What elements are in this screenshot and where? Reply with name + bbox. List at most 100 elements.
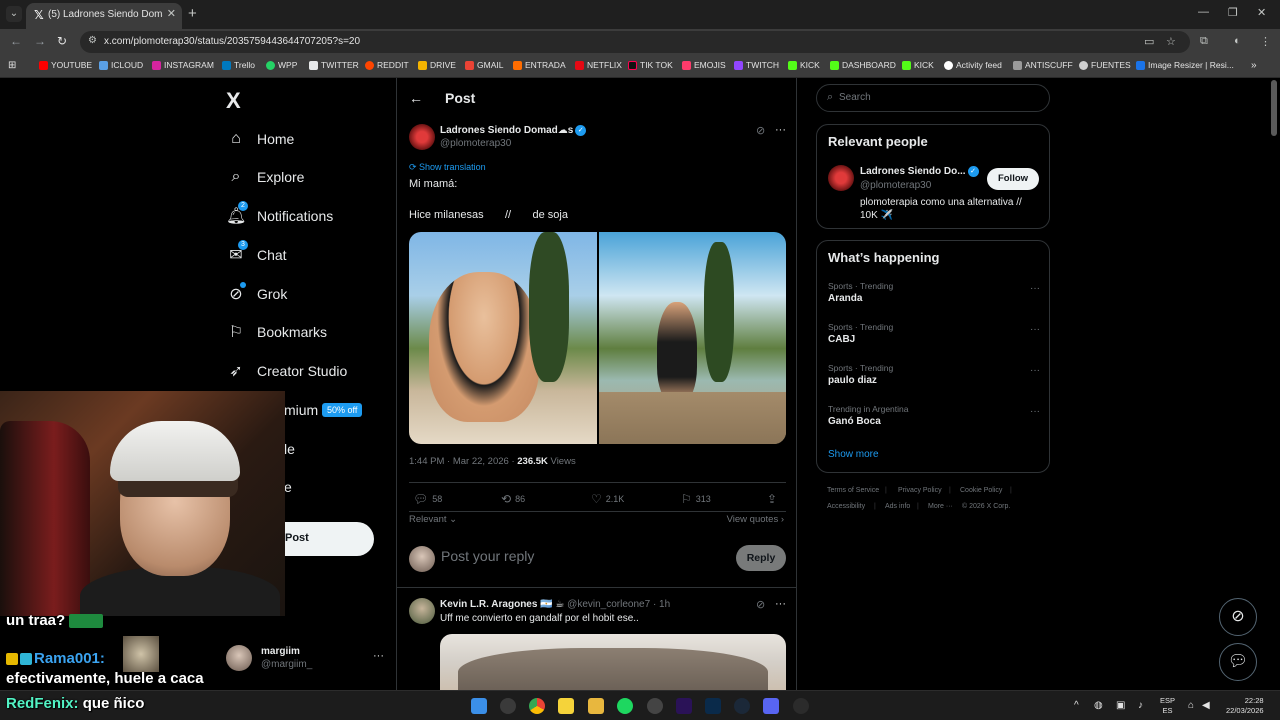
footer-link[interactable]: Terms of Service [827,487,879,494]
reply-input[interactable]: Post your reply [441,548,534,564]
author-avatar[interactable] [409,124,435,150]
back-arrow-icon[interactable]: ← [409,90,423,106]
bookmark-item[interactable]: YOUTUBE [39,60,92,70]
omnibox[interactable]: ⚙ x.com/plomoterap30/status/203575944364… [80,31,1190,53]
trend-item[interactable]: Sports · Trending Aranda ··· [828,281,1040,311]
tray-app-icon[interactable]: ▣ [1116,700,1125,711]
nav-premium[interactable]: mium [284,398,318,422]
reply-button[interactable]: Reply [736,545,786,571]
microphone-icon[interactable]: ♪ [1138,700,1143,711]
language-indicator[interactable]: ESP ES [1160,696,1175,716]
share-action[interactable]: ⇪ [767,492,777,506]
tweet-photo[interactable] [409,232,597,444]
footer-link[interactable]: Cookie Policy [960,487,1002,494]
bookmark-item[interactable]: DRIVE [418,60,456,70]
show-more-link[interactable]: Show more [828,449,879,460]
nav-notifications[interactable]: 🔔︎ 2 Notifications [226,201,333,228]
trend-item[interactable]: Sports · Trending paulo diaz ··· [828,363,1040,393]
more-icon[interactable]: ··· [1030,283,1040,294]
search-box[interactable]: ⌕ Search [816,84,1050,112]
spotify-icon[interactable] [617,698,633,714]
bookmark-item[interactable]: KICK [902,60,934,70]
browser-tab-active[interactable]: 𝕏 (5) Ladrones Siendo Domad ✕ [26,3,182,29]
author-handle[interactable]: @plomoterap30 [440,138,511,149]
volume-icon[interactable]: ◀ [1202,700,1210,711]
nav-grok[interactable]: ⊘ Grok [226,282,287,306]
url-text[interactable]: x.com/plomoterap30/status/20357594436447… [104,36,360,47]
footer-link[interactable]: Accessibility [827,503,865,510]
account-switcher[interactable]: margiim @margiim_ ··· [226,643,384,673]
bookmark-item[interactable]: REDDIT [365,60,409,70]
bookmark-item[interactable]: ICLOUD [99,60,143,70]
tray-overflow-icon[interactable]: ^ [1074,700,1079,711]
bookmark-item[interactable]: GMAIL [465,60,503,70]
nav-profile[interactable]: le [284,437,295,461]
nav-chat[interactable]: ✉ 3 Chat [226,240,287,267]
nav-more[interactable]: e [284,475,292,499]
reply-sort-dropdown[interactable]: Relevant ⌄ [409,514,457,525]
nav-explore[interactable]: ⌕ Explore [226,165,305,189]
bookmark-item[interactable]: DASHBOARD [830,60,896,70]
bookmarks-overflow-icon[interactable]: » [1251,60,1257,71]
bookmark-item[interactable]: NETFLIX [575,60,622,70]
bookmark-item[interactable]: Trello [222,60,255,70]
chrome-menu-icon[interactable]: ⋮ [1260,35,1271,48]
premiere-icon[interactable] [676,698,692,714]
comment-media[interactable] [440,634,786,690]
install-app-icon[interactable]: ▭ [1144,35,1154,48]
forward-icon[interactable]: → [34,34,46,48]
back-icon[interactable]: ← [10,34,22,48]
bookmark-item[interactable]: Activity feed [944,60,1002,70]
person-handle[interactable]: @plomoterap30 [860,180,931,191]
more-icon[interactable]: ··· [1030,406,1040,417]
avatar[interactable] [828,165,854,191]
repost-action[interactable]: ⟲ 86 [501,492,525,506]
trend-item[interactable]: Sports · Trending CABJ ··· [828,322,1040,352]
footer-link[interactable]: Ads info [885,503,910,510]
more-options-icon[interactable]: ··· [775,124,786,136]
bookmark-item[interactable]: TIK TOK [628,60,673,70]
view-quotes-link[interactable]: View quotes › [727,514,784,525]
bookmark-action[interactable]: ⚐ 313 [681,492,711,506]
nav-home[interactable]: ⌂ Home [226,127,294,151]
footer-link[interactable]: More ··· [928,503,953,510]
post-timestamp[interactable]: 1:44 PM · Mar 22, 2026 · [409,456,517,467]
grok-explain-icon[interactable]: ⊘ [756,598,765,611]
tab-close-icon[interactable]: ✕ [167,7,176,20]
photoshop-icon[interactable] [705,698,721,714]
bookmark-item[interactable]: KICK [788,60,820,70]
more-icon[interactable]: ··· [373,650,384,662]
more-icon[interactable]: ··· [1030,365,1040,376]
app-icon[interactable] [793,698,809,714]
bookmark-item[interactable]: Image Resizer | Resi... [1136,60,1234,70]
tweet-photo[interactable] [598,232,786,444]
x-logo[interactable]: X [226,88,241,114]
bookmark-star-icon[interactable]: ☆ [1166,35,1176,48]
minimize-icon[interactable]: — [1198,6,1209,18]
nav-creator-studio[interactable]: ➶ Creator Studio [226,359,347,383]
grok-fab-icon[interactable]: ⊘ [1219,598,1257,636]
obs-icon[interactable] [647,698,663,714]
bookmark-item[interactable]: INSTAGRAM [152,60,214,70]
window-close-icon[interactable]: ✕ [1257,6,1266,19]
more-options-icon[interactable]: ··· [775,598,786,610]
page-scrollbar[interactable] [1271,80,1277,136]
clock[interactable]: 22:28 22/03/2026 [1226,696,1264,716]
bookmark-item[interactable]: FUENTES [1079,60,1131,70]
trend-item[interactable]: Trending in Argentina Ganó Boca ··· [828,404,1040,434]
steam-icon[interactable] [734,698,750,714]
chrome-icon[interactable] [529,698,545,714]
notes-icon[interactable] [558,698,574,714]
like-action[interactable]: ♡ 2.1K [591,492,624,506]
show-translation-link[interactable]: ⟳ Show translation [409,162,486,173]
network-icon[interactable]: ⌂ [1188,700,1194,711]
bookmark-item[interactable]: ANTISCUFF [1013,60,1073,70]
search-input[interactable]: Search [839,92,871,103]
bookmark-item[interactable]: WPP [266,60,297,70]
apps-grid-icon[interactable]: ⊞ [8,60,16,71]
comment-avatar[interactable] [409,598,435,624]
tab-search-button[interactable]: ⌄ [6,6,22,22]
extensions-icon[interactable]: ⧉ [1200,35,1208,48]
bookmark-item[interactable]: TWITCH [734,60,779,70]
reply-action[interactable]: 💬︎ 58 [413,492,442,506]
